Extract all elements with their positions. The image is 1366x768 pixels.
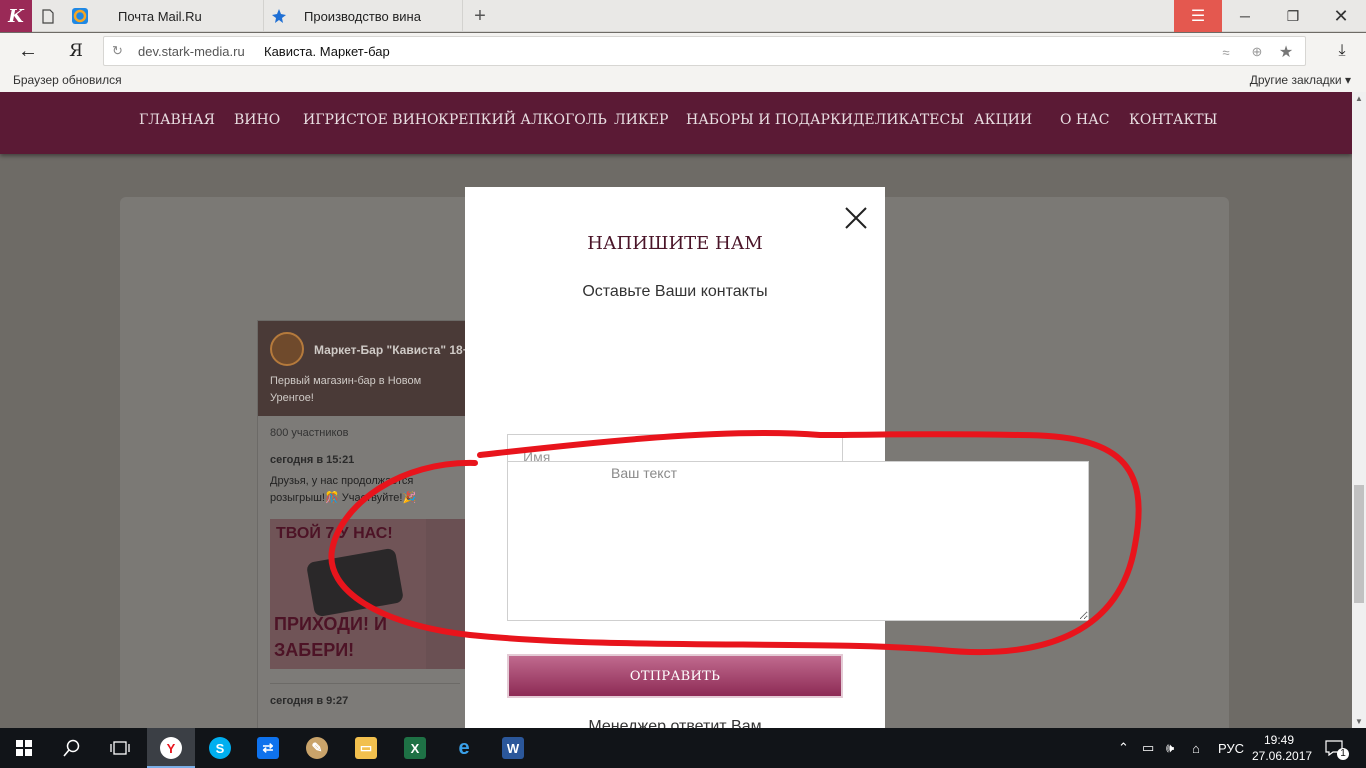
close-window-icon[interactable]: ✕	[1318, 0, 1364, 32]
mail-ru-icon	[72, 8, 88, 24]
nav-item-liqueur[interactable]: ЛИКЕР	[614, 112, 668, 128]
nav-item-spirits[interactable]: КРЕПКИЙ АЛКОГОЛЬ	[438, 112, 607, 128]
clock-time: 19:49	[1263, 733, 1295, 747]
skype-icon[interactable]: S	[196, 728, 244, 768]
tab-label: Почта Mail.Ru	[118, 8, 202, 24]
paint-icon[interactable]: ✎	[293, 728, 341, 768]
restore-icon[interactable]: ❐	[1270, 0, 1316, 32]
windows-taskbar: Y S ⇄ ✎ ▭ X e W ⌃ ▭ 🕪 ⌂ РУС 19:49 27.06.…	[0, 728, 1366, 768]
excel-icon[interactable]: X	[391, 728, 439, 768]
kavista-tab[interactable]: K	[0, 0, 32, 32]
modal-title: НАПИШИТЕ НАМ	[587, 233, 763, 254]
chevron-up-icon[interactable]: ⌃	[1118, 728, 1134, 768]
nav-item-contacts[interactable]: КОНТАКТЫ	[1129, 112, 1217, 128]
network-icon[interactable]: ⌂	[1192, 728, 1210, 768]
close-icon[interactable]	[841, 203, 871, 233]
notifications-icon[interactable]: 1	[1325, 728, 1349, 768]
address-bar[interactable]: ↻ dev.stark-media.ru Кависта. Маркет-бар…	[103, 36, 1306, 66]
nav-item-delicacies[interactable]: ДЕЛИКАТЕСЫ	[853, 112, 964, 128]
minimize-icon[interactable]: ─	[1222, 0, 1268, 32]
volume-icon[interactable]: 🕪	[1166, 728, 1184, 768]
search-icon[interactable]	[48, 728, 96, 768]
nav-item-sparkling-wine[interactable]: ИГРИСТОЕ ВИНО	[303, 112, 439, 128]
teamviewer-icon[interactable]: ⇄	[244, 728, 292, 768]
nav-item-home[interactable]: ГЛАВНАЯ	[139, 112, 215, 128]
scroll-up-arrow-icon[interactable]: ▲	[1355, 94, 1363, 103]
tab-mail-ru[interactable]: Почта Mail.Ru	[66, 0, 264, 32]
address-domain: dev.stark-media.ru	[138, 44, 245, 59]
post-divider	[270, 683, 460, 684]
notification-count: 1	[1337, 748, 1349, 760]
clock-date: 27.06.2017	[1252, 749, 1313, 763]
page-scrollbar[interactable]: ▲ ▼	[1352, 92, 1366, 728]
new-tab-button[interactable]: +	[466, 0, 494, 32]
start-icon[interactable]	[0, 728, 48, 768]
modal-subtitle: Оставьте Ваши контакты	[582, 283, 768, 300]
other-bookmarks[interactable]: Другие закладки ▾	[1250, 73, 1351, 87]
task-view-icon[interactable]	[96, 728, 144, 768]
yandex-browser-icon[interactable]: Y	[147, 728, 195, 768]
word-icon[interactable]: W	[489, 728, 537, 768]
tab-bar: K Почта Mail.Ru Производство вина + ☰ ─ …	[0, 0, 1366, 32]
nav-item-wine[interactable]: ВИНО	[234, 112, 280, 128]
nav-item-about[interactable]: О НАС	[1060, 112, 1109, 128]
download-icon[interactable]: ⤓	[1330, 38, 1354, 64]
browser-updated-notice: Браузер обновился	[13, 73, 122, 87]
battery-icon[interactable]: ▭	[1142, 728, 1160, 768]
scroll-down-arrow-icon[interactable]: ▼	[1355, 717, 1363, 726]
community-avatar[interactable]	[270, 332, 304, 366]
reload-icon[interactable]: ↻	[112, 43, 123, 59]
internet-explorer-icon[interactable]: e	[440, 728, 488, 768]
yandex-logo-button[interactable]: Я	[66, 37, 86, 65]
language-indicator[interactable]: РУС	[1218, 728, 1244, 768]
bookmark-star-icon[interactable]: ★	[1276, 42, 1296, 62]
tab-wine-production[interactable]: Производство вина	[265, 0, 463, 32]
page-tab-icon[interactable]	[32, 0, 64, 32]
address-page-title: Кависта. Маркет-бар	[264, 44, 390, 59]
protect-icon[interactable]: ⊕	[1247, 42, 1267, 62]
post-date[interactable]: сегодня в 9:27	[270, 695, 348, 707]
clock[interactable]: 19:49 27.06.2017	[1252, 732, 1313, 764]
menu-icon[interactable]: ☰	[1174, 0, 1222, 32]
star-icon	[271, 8, 287, 24]
bookmarks-bar: Браузер обновился Другие закладки ▾	[0, 69, 1366, 92]
modal-footer-text: Менеджер ответит Вам	[588, 718, 762, 728]
file-explorer-icon[interactable]: ▭	[342, 728, 390, 768]
scrollbar-thumb[interactable]	[1354, 485, 1364, 603]
tab-label: Производство вина	[304, 8, 421, 24]
back-arrow-icon[interactable]: ←	[14, 37, 42, 65]
navigation-bar: ← Я ↻ dev.stark-media.ru Кависта. Маркет…	[0, 33, 1366, 69]
nav-item-promotions[interactable]: АКЦИИ	[974, 112, 1032, 128]
site-navigation: ГЛАВНАЯ ВИНО ИГРИСТОЕ ВИНО КРЕПКИЙ АЛКОГ…	[0, 92, 1352, 154]
reader-mode-icon[interactable]: ≈	[1216, 42, 1236, 62]
red-highlight-annotation	[328, 430, 1142, 656]
nav-item-gift-sets[interactable]: НАБОРЫ И ПОДАРКИ	[686, 112, 853, 128]
